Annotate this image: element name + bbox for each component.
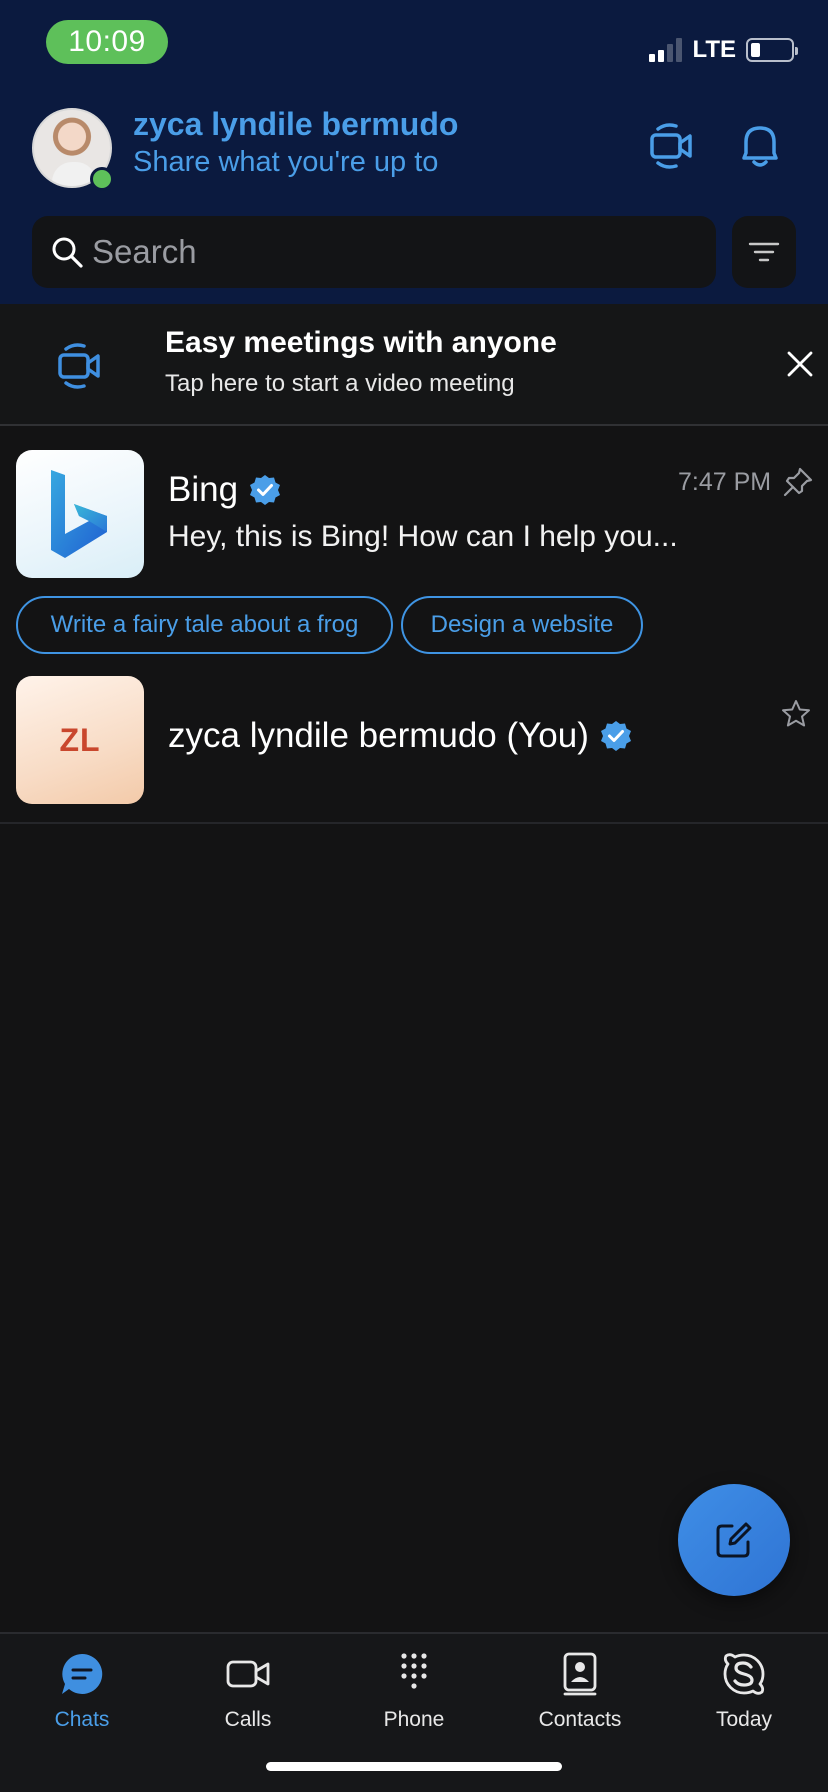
skype-icon — [723, 1653, 765, 1695]
app-header: 10:09 LTE zyca lyndile bermudo Share wha… — [0, 0, 828, 304]
nav-tab-today[interactable]: Today — [674, 1650, 814, 1750]
compose-icon — [716, 1522, 752, 1558]
video-camera-icon — [226, 1660, 270, 1688]
chat-name-text: Bing — [168, 470, 239, 509]
nav-tab-contacts[interactable]: Contacts — [510, 1650, 650, 1750]
search-input[interactable] — [92, 233, 716, 271]
chat-last-message: Hey, this is Bing! How can I help you... — [168, 520, 678, 553]
dialpad-icon — [401, 1653, 427, 1689]
nav-label: Chats — [54, 1708, 110, 1731]
video-meeting-icon[interactable] — [644, 118, 700, 174]
search-icon — [52, 237, 83, 268]
verified-badge-icon — [600, 721, 631, 751]
bing-logo-icon — [51, 470, 107, 558]
banner-title: Easy meetings with anyone — [165, 326, 557, 359]
new-chat-button[interactable] — [678, 1484, 790, 1596]
nav-label: Today — [715, 1708, 773, 1731]
banner-subtitle: Tap here to start a video meeting — [165, 370, 515, 397]
suggestion-chip[interactable]: Design a website — [401, 596, 643, 654]
status-time: 10:09 — [46, 20, 168, 64]
search-bar[interactable] — [32, 216, 716, 288]
pin-icon[interactable] — [782, 466, 814, 498]
status-indicators: LTE — [649, 36, 798, 64]
nav-label: Contacts — [538, 1708, 622, 1731]
network-type: LTE — [692, 36, 736, 63]
chat-timestamp: 7:47 PM — [678, 468, 772, 496]
cellular-signal-icon — [649, 38, 683, 62]
status-message-prompt[interactable]: Share what you're up to — [133, 146, 438, 179]
presence-online-badge — [90, 167, 114, 191]
chat-avatar — [16, 450, 144, 578]
chat-name: Bing — [168, 470, 282, 510]
video-meeting-icon — [58, 343, 100, 389]
chat-name: zyca lyndile bermudo (You) — [168, 716, 633, 756]
bell-icon[interactable] — [732, 118, 788, 174]
nav-tab-chats[interactable]: Chats — [12, 1650, 152, 1750]
nav-label: Calls — [224, 1708, 272, 1731]
filter-icon — [748, 242, 780, 262]
contacts-book-icon — [563, 1652, 597, 1696]
star-icon[interactable] — [780, 698, 812, 730]
nav-tab-calls[interactable]: Calls — [178, 1650, 318, 1750]
chat-list-item[interactable]: Bing 7:47 PM Hey, this is Bing! How can … — [0, 430, 828, 654]
nav-tab-phone[interactable]: Phone — [344, 1650, 484, 1750]
meeting-banner[interactable]: Easy meetings with anyone Tap here to st… — [0, 304, 828, 426]
verified-badge-icon — [250, 475, 281, 505]
home-indicator[interactable] — [266, 1762, 562, 1771]
suggestion-chip[interactable]: Write a fairy tale about a frog — [16, 596, 393, 654]
battery-icon — [746, 38, 798, 62]
suggestion-chips: Write a fairy tale about a frog Design a… — [16, 596, 643, 654]
profile-name[interactable]: zyca lyndile bermudo — [133, 106, 458, 143]
chat-name-text: zyca lyndile bermudo (You) — [168, 716, 589, 755]
chat-avatar-initials: ZL — [16, 676, 144, 804]
close-icon[interactable] — [780, 344, 820, 384]
chat-list-item[interactable]: ZL zyca lyndile bermudo (You) — [0, 660, 828, 824]
filter-button[interactable] — [732, 216, 796, 288]
chat-bubble-icon — [62, 1653, 103, 1694]
nav-label: Phone — [383, 1708, 445, 1731]
